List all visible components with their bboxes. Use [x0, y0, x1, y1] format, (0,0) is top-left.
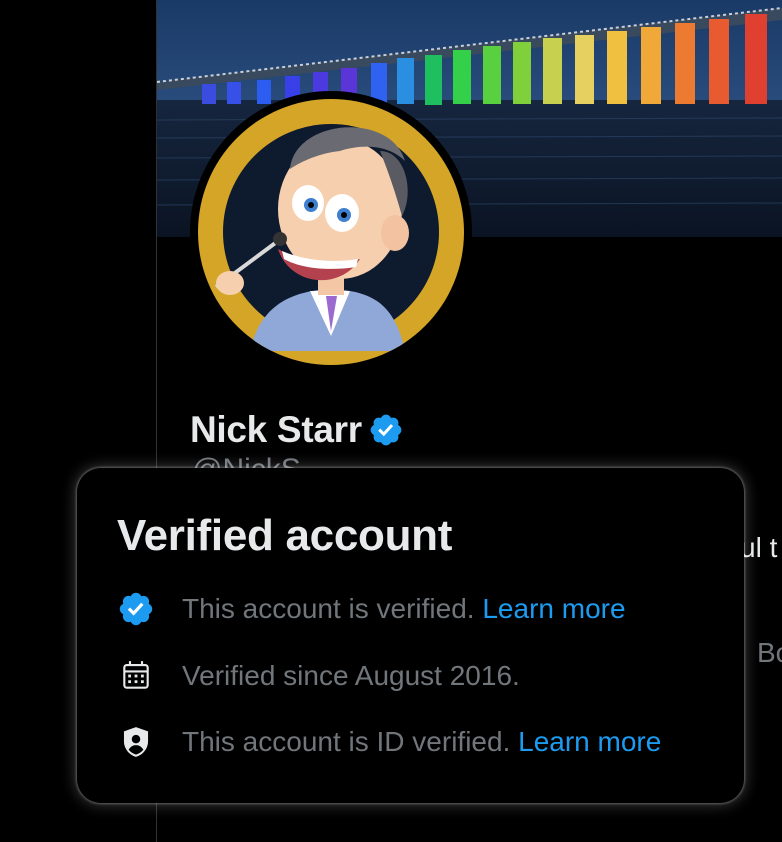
profile-page: Nick Starr @NickS... ul t Bo Verified ac… — [0, 0, 782, 842]
learn-more-link[interactable]: Learn more — [518, 726, 661, 757]
bio-text-fragment: ul t — [740, 532, 778, 563]
verified-badge-icon[interactable] — [368, 412, 404, 448]
profile-name-row: Nick Starr — [190, 405, 404, 455]
verified-account-popover: Verified account This account is verifie… — [77, 468, 744, 803]
popover-row-text: This account is ID verified. Learn more — [182, 726, 662, 757]
popover-title: Verified account — [117, 511, 453, 560]
profile-meta-fragment: Bo — [757, 637, 782, 668]
profile-avatar[interactable] — [190, 91, 472, 373]
calendar-icon — [117, 657, 155, 695]
profile-name: Nick Starr — [190, 409, 362, 450]
learn-more-link[interactable]: Learn more — [482, 593, 625, 624]
popover-row-verified: This account is verified. Learn more — [117, 589, 626, 629]
verified-badge-icon — [117, 590, 155, 628]
popover-row-id-verified: This account is ID verified. Learn more — [117, 722, 661, 762]
popover-row-verified-since: Verified since August 2016. — [117, 656, 520, 696]
popover-row-text: This account is verified. Learn more — [182, 593, 626, 624]
avatar-image — [198, 99, 464, 365]
popover-row-text: Verified since August 2016. — [182, 660, 520, 691]
id-shield-icon — [117, 723, 155, 761]
